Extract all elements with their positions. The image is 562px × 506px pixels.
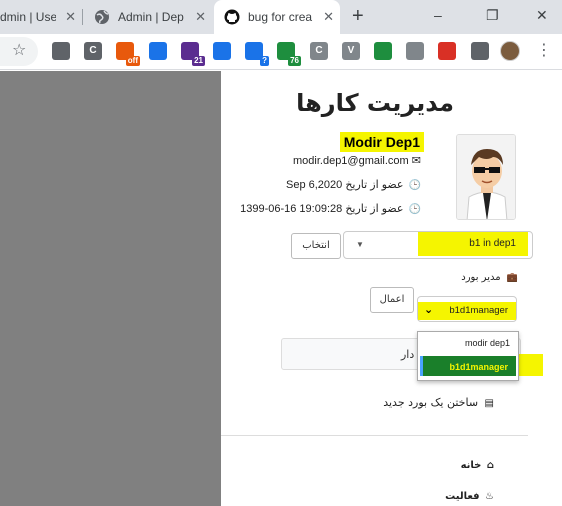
tab-admin-dep[interactable]: Admin | Dep ✕ [84,0,212,34]
member-since-date: Sep 6,2020 [285,179,343,191]
close-icon[interactable]: ✕ [195,10,206,24]
gray-backdrop [0,71,221,506]
fire-icon: ♨ [485,491,494,502]
member-since-label: عضو از تاریخ [345,203,404,215]
tab-label: bug for crea [248,10,313,24]
cloud-drive-icon[interactable] [213,42,231,60]
caret-down-icon: ▼ [356,240,364,249]
tab-label: Admin | Dep [118,10,184,24]
sidebar-panel: مدیریت کارها Modir Dep1 modir.dep1@gmail… [221,71,562,506]
page-title: مدیریت کارها [296,89,454,117]
role-select[interactable]: b1d1manager ⌄ [417,296,517,322]
chevron-down-icon: ⌄ [424,304,434,316]
department-selected-value: b1 in dep1 [418,232,528,256]
close-icon[interactable]: ✕ [65,10,76,24]
member-since-gregorian: 🕒 عضو از تاریخ Sep 6,2020 [286,178,421,191]
x-square-icon[interactable] [406,42,424,60]
arrow-k-icon[interactable] [149,42,167,60]
cloud-link-icon[interactable] [52,42,70,60]
github-icon [224,9,240,25]
profile-photo [456,134,516,220]
new-board-label: ساختن یک بورد جدید [383,396,479,409]
user-name: Modir Dep1 [339,132,424,152]
menu-kebab-icon[interactable]: ⋮ [536,42,552,60]
email-text: modir.dep1@gmail.com [293,155,409,167]
sheet-icon[interactable] [374,42,392,60]
browser-toolbar: ☆ Coff 21? 76 C V ⋮ [0,34,562,70]
department-select[interactable]: b1 in dep1 ▼ [343,231,533,259]
document-icon: ▤ [484,398,494,409]
briefcase-icon: 💼 [506,273,518,283]
home-icon: ⌂ [486,460,494,471]
dropdown-option-selected[interactable]: b1d1manager [420,356,516,376]
profile-avatar[interactable] [500,41,520,61]
select-button[interactable]: انتخاب [291,233,341,259]
new-tab-button[interactable]: + [352,6,364,26]
board-label-text: مدیر بورد [461,272,501,283]
extension-badge: 76 [288,56,301,66]
new-board-link[interactable]: ▤ ساختن یک بورد جدید [383,396,494,409]
cartoon-avatar-icon [457,135,515,219]
tab-separator [82,9,83,25]
tab-users[interactable]: dmin | Use ✕ [0,0,83,34]
nav-label: خانه [460,460,482,471]
extension-badge: off [125,56,140,66]
member-since-jalali-date: 1399-06-16 19:09:28 [240,203,343,215]
highlight-marker [517,354,543,376]
puzzle-icon[interactable] [471,42,489,60]
nav-label: فعالیت [445,491,480,502]
globe-icon [95,10,109,24]
nav-item-home[interactable]: ⌂ خانه [461,460,494,471]
extension-badge: 21 [192,56,205,66]
minimize-button[interactable]: – [434,6,442,24]
tab-github-bug[interactable]: bug for crea ✕ [214,0,340,34]
divider [221,435,528,436]
extension-badge: ? [260,56,269,66]
board-manager-label: 💼 مدیر بورد [461,272,518,283]
bookmark-star-icon[interactable]: ☆ [12,43,26,59]
v-icon[interactable]: V [342,42,360,60]
coupon-off-icon[interactable]: off [116,42,140,66]
tab-strip: dmin | Use ✕ Admin | Dep ✕ bug for crea … [0,0,562,34]
nav-item-activity[interactable]: ♨ فعالیت [445,491,494,502]
member-since-jalali: 🕒 عضو از تاریخ 1399-06-16 19:09:28 [240,202,421,215]
close-icon[interactable]: ✕ [323,10,334,24]
restore-button[interactable]: ❐ [486,6,499,24]
chart-question-icon[interactable]: ? [245,42,269,66]
stopwatch-icon[interactable]: 76 [277,42,301,66]
address-bar[interactable]: ☆ [0,37,38,66]
graduation-cap-icon[interactable]: 21 [181,42,205,66]
user-email: modir.dep1@gmail.com ✉ [293,154,421,167]
member-since-label: عضو از تاریخ [345,179,404,191]
clock-icon: 🕒 [408,180,421,191]
red-arrow-icon[interactable] [438,42,456,60]
close-window-button[interactable]: ✕ [536,6,548,24]
c-lines-icon[interactable]: C [84,42,102,60]
envelope-icon: ✉ [411,155,421,167]
tab-label: dmin | Use [0,10,56,24]
clock-icon: 🕒 [408,204,421,215]
c-square-icon[interactable]: C [310,42,328,60]
apply-button[interactable]: اعمال [370,287,414,313]
input-partial-text: دار [401,349,415,361]
dropdown-option[interactable]: modir dep1 [418,332,518,354]
role-dropdown-list: modir dep1 b1d1manager [417,331,519,381]
